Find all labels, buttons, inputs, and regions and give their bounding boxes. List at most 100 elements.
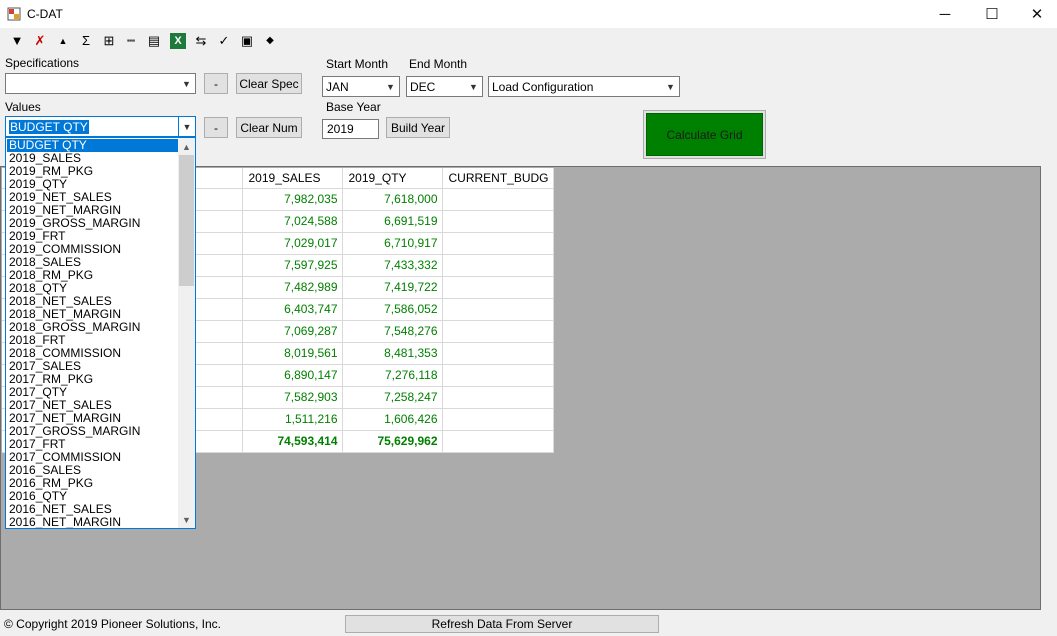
dropdown-option[interactable]: 2019_FRT (7, 230, 179, 243)
dropdown-option[interactable]: 2018_COMMISSION (7, 347, 179, 360)
budget-cell[interactable] (442, 408, 554, 431)
grid-header-cell[interactable]: 2019_QTY (342, 168, 443, 189)
maximize-button[interactable]: ☐ (969, 0, 1015, 28)
collapse-icon[interactable]: ▲ (55, 33, 71, 49)
sales-cell[interactable]: 7,029,017 (242, 232, 343, 255)
budget-cell[interactable] (442, 364, 554, 387)
scroll-down-icon[interactable]: ▼ (178, 511, 195, 528)
budget-cell[interactable] (442, 342, 554, 365)
dropdown-option[interactable]: 2017_GROSS_MARGIN (7, 425, 179, 438)
build-year-button[interactable]: Build Year (386, 117, 450, 138)
chevron-down-icon[interactable]: ▼ (662, 77, 679, 96)
qty-cell[interactable]: 6,710,917 (342, 232, 443, 255)
budget-cell[interactable] (442, 232, 554, 255)
dropdown-option[interactable]: 2017_NET_SALES (7, 399, 179, 412)
qty-total-cell[interactable]: 75,629,962 (342, 430, 443, 453)
excel-icon[interactable]: X (170, 33, 186, 49)
qty-cell[interactable]: 7,419,722 (342, 276, 443, 299)
filter-icon[interactable]: ▼ (9, 33, 25, 49)
sales-cell[interactable]: 6,890,147 (242, 364, 343, 387)
grid-header-cell[interactable]: 2019_SALES (242, 168, 343, 189)
values-dropdown-list[interactable]: BUDGET QTY 2019_SALES 2019_RM_PKG 2019_QTY 2… (5, 137, 196, 529)
dropdown-option[interactable]: 2017_FRT (7, 438, 179, 451)
dropdown-option[interactable]: 2019_NET_MARGIN (7, 204, 179, 217)
sales-cell[interactable]: 7,482,989 (242, 276, 343, 299)
dropdown-option[interactable]: 2018_RM_PKG (7, 269, 179, 282)
budget-cell[interactable] (442, 210, 554, 233)
start-month-select[interactable]: JAN ▼ (322, 76, 400, 97)
sales-cell[interactable]: 7,024,588 (242, 210, 343, 233)
pivot-icon[interactable]: ⊞ (101, 33, 117, 49)
dropdown-option[interactable]: 2016_NET_SALES (7, 503, 179, 516)
dropdown-option[interactable]: 2019_COMMISSION (7, 243, 179, 256)
budget-cell[interactable] (442, 298, 554, 321)
minimize-button[interactable]: ─ (922, 0, 968, 28)
sales-cell[interactable]: 8,019,561 (242, 342, 343, 365)
qty-cell[interactable]: 7,433,332 (342, 254, 443, 277)
chevron-down-icon[interactable]: ▼ (465, 77, 482, 96)
dropdown-option[interactable]: 2018_GROSS_MARGIN (7, 321, 179, 334)
scroll-up-icon[interactable]: ▲ (178, 138, 195, 155)
budget-total-cell[interactable] (442, 430, 554, 453)
qty-cell[interactable]: 6,691,519 (342, 210, 443, 233)
calculate-grid-button[interactable]: Calculate Grid (646, 113, 763, 156)
dropdown-option[interactable]: 2019_SALES (7, 152, 179, 165)
chevron-down-icon[interactable]: ▼ (382, 77, 399, 96)
sales-cell[interactable]: 7,982,035 (242, 188, 343, 211)
dropdown-option[interactable]: 2018_NET_SALES (7, 295, 179, 308)
qty-cell[interactable]: 1,606,426 (342, 408, 443, 431)
spell-check-icon[interactable]: ✓ (216, 33, 232, 49)
close-button[interactable]: ✕ (1014, 0, 1057, 28)
qty-cell[interactable]: 7,258,247 (342, 386, 443, 409)
qty-cell[interactable]: 7,586,052 (342, 298, 443, 321)
scroll-thumb[interactable] (179, 155, 194, 286)
qty-cell[interactable]: 8,481,353 (342, 342, 443, 365)
end-month-select[interactable]: DEC ▼ (406, 76, 483, 97)
qty-cell[interactable]: 7,618,000 (342, 188, 443, 211)
swap-icon[interactable]: ⇆ (193, 33, 209, 49)
budget-cell[interactable] (442, 188, 554, 211)
dropdown-option[interactable]: 2019_GROSS_MARGIN (7, 217, 179, 230)
save-icon[interactable]: ▣ (239, 33, 255, 49)
sales-cell[interactable]: 6,403,747 (242, 298, 343, 321)
dropdown-option[interactable]: 2017_QTY (7, 386, 179, 399)
dropdown-option[interactable]: 2016_SALES (7, 464, 179, 477)
qty-cell[interactable]: 7,548,276 (342, 320, 443, 343)
refresh-data-button[interactable]: Refresh Data From Server (345, 615, 659, 633)
dropdown-option[interactable]: 2018_FRT (7, 334, 179, 347)
dropdown-option[interactable]: 2016_RM_PKG (7, 477, 179, 490)
dropdown-scrollbar[interactable]: ▲ ▼ (178, 138, 195, 528)
specifications-combo[interactable]: ▼ (5, 73, 196, 94)
dropdown-option[interactable]: 2017_NET_MARGIN (7, 412, 179, 425)
load-configuration-select[interactable]: Load Configuration ▼ (488, 76, 680, 97)
values-combo[interactable]: BUDGET QTY ▼ (5, 116, 196, 137)
dropdown-option[interactable]: 2018_SALES (7, 256, 179, 269)
dropdown-option[interactable]: 2018_NET_MARGIN (7, 308, 179, 321)
budget-cell[interactable] (442, 386, 554, 409)
ruler-icon[interactable]: ┉ (123, 33, 139, 49)
budget-cell[interactable] (442, 320, 554, 343)
grid-header-cell[interactable]: CURRENT_BUDG (442, 168, 554, 189)
budget-cell[interactable] (442, 254, 554, 277)
dropdown-option[interactable]: 2019_QTY (7, 178, 179, 191)
clear-num-button[interactable]: Clear Num (236, 117, 302, 138)
dropdown-option[interactable]: 2019_NET_SALES (7, 191, 179, 204)
specifications-minus-button[interactable]: - (204, 73, 228, 94)
sum-icon[interactable]: Σ (78, 33, 94, 49)
budget-cell[interactable] (442, 276, 554, 299)
base-year-input[interactable]: 2019 (322, 119, 379, 139)
dropdown-option[interactable]: BUDGET QTY (7, 139, 179, 152)
chevron-down-icon[interactable]: ▼ (178, 117, 195, 136)
dropdown-option[interactable]: 2019_RM_PKG (7, 165, 179, 178)
clear-spec-button[interactable]: Clear Spec (236, 73, 302, 94)
sales-total-cell[interactable]: 74,593,414 (242, 430, 343, 453)
layout-icon[interactable]: ▤ (146, 33, 162, 49)
dropdown-option[interactable]: 2018_QTY (7, 282, 179, 295)
chevron-down-icon[interactable]: ▼ (178, 74, 195, 93)
dropdown-option[interactable]: 2016_QTY (7, 490, 179, 503)
dropdown-option[interactable]: 2016_NET_MARGIN (7, 516, 179, 528)
dropdown-option[interactable]: 2017_COMMISSION (7, 451, 179, 464)
dropdown-option[interactable]: 2017_SALES (7, 360, 179, 373)
dropdown-option[interactable]: 2017_RM_PKG (7, 373, 179, 386)
eraser-icon[interactable]: ◆ (262, 33, 278, 49)
